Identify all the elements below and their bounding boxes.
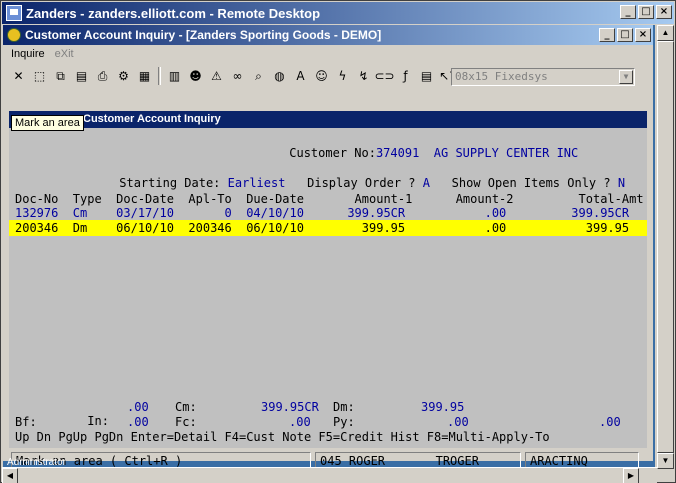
macro-icon[interactable]: ↯	[354, 67, 373, 86]
scroll-down-icon[interactable]: ▼	[657, 453, 674, 469]
app-minimize-button[interactable]: _	[599, 28, 615, 42]
extra-value: .00	[599, 415, 621, 429]
starting-date[interactable]: Earliest	[228, 176, 286, 190]
terminal-screen[interactable]: Customer No:374091 AG SUPPLY CENTER INC …	[9, 128, 647, 448]
horizontal-scrollbar[interactable]: ◀ ▶	[2, 467, 657, 483]
calculator-icon[interactable]: ▤	[417, 67, 436, 86]
remote-desktop-area: Customer Account Inquiry - [Zanders Spor…	[3, 25, 655, 470]
py-value: .00	[447, 415, 469, 429]
paste-icon[interactable]: ▤	[72, 67, 91, 86]
alert-icon[interactable]: ⚠	[207, 67, 226, 86]
person-icon[interactable]: ☺	[312, 67, 331, 86]
menu-inquire[interactable]: Inquire	[11, 48, 45, 60]
notes-icon[interactable]: ▥	[165, 67, 184, 86]
cm-label: Cm:	[175, 400, 197, 414]
customer-label: Customer No:	[289, 146, 376, 160]
users-icon[interactable]: ☻	[186, 67, 205, 86]
screen-header: Customer Account Inquiry	[9, 111, 647, 128]
app-close-button[interactable]: ×	[635, 28, 651, 42]
link-icon[interactable]: ⊂⊃	[374, 67, 394, 86]
lightning-icon[interactable]: ϟ	[333, 67, 352, 86]
remote-desktop-window: Zanders - zanders.elliott.com - Remote D…	[0, 0, 676, 483]
search-icon[interactable]: ⌕	[249, 67, 268, 86]
bf-label: Bf:	[15, 415, 37, 429]
function-keys: Up Dn PgUp PgDn Enter=Detail F4=Cust Not…	[15, 430, 550, 444]
display-order[interactable]: A	[423, 176, 430, 190]
remote-desktop-title: Zanders - zanders.elliott.com - Remote D…	[26, 5, 321, 21]
py-label: Py:	[333, 415, 355, 429]
maximize-button[interactable]: □	[638, 5, 654, 19]
separator	[158, 67, 161, 85]
open-items[interactable]: N	[618, 176, 625, 190]
close-button[interactable]: ×	[656, 5, 672, 19]
mark-area-icon[interactable]: ⬚	[30, 67, 49, 86]
binoculars-icon[interactable]: ∞	[228, 67, 247, 86]
close-x-icon[interactable]: ✕	[9, 67, 28, 86]
table-header: Doc-No Type Doc-Date Apl-To Due-Date Amo…	[15, 192, 644, 206]
customer-name: AG SUPPLY CENTER INC	[433, 146, 579, 160]
app-window: Customer Account Inquiry - [Zanders Spor…	[3, 25, 653, 470]
cm-value: 399.95CR	[261, 400, 319, 414]
app-titlebar: Customer Account Inquiry - [Zanders Spor…	[3, 25, 653, 45]
menu-bar: Inquire eXit	[3, 45, 653, 63]
table-row[interactable]: 132976 Cm 03/17/10 0 04/10/10 399.95CR .…	[15, 206, 629, 220]
in-value: .00	[127, 400, 149, 414]
scroll-up-icon[interactable]: ▲	[657, 25, 674, 41]
scroll-left-icon[interactable]: ◀	[2, 468, 18, 483]
remote-desktop-titlebar: Zanders - zanders.elliott.com - Remote D…	[2, 2, 674, 24]
font-icon[interactable]: A	[291, 67, 310, 86]
settings-icon[interactable]: ⚙	[114, 67, 133, 86]
chevron-down-icon[interactable]: ▼	[619, 70, 633, 84]
bf-value: .00	[127, 415, 149, 429]
app-title: Customer Account Inquiry - [Zanders Spor…	[25, 28, 382, 42]
print-icon[interactable]: ⎙	[93, 67, 112, 86]
starting-date-label: Starting Date:	[119, 176, 221, 190]
font-select[interactable]: 08x15 Fixedsys ▼	[451, 68, 635, 86]
app-icon	[7, 28, 21, 42]
properties-icon[interactable]: ▦	[135, 67, 154, 86]
dm-value: 399.95	[421, 400, 465, 414]
minimize-button[interactable]: _	[620, 5, 636, 19]
fc-label: Fc:	[175, 415, 197, 429]
copy-icon[interactable]: ⧉	[51, 67, 70, 86]
scroll-thumb[interactable]	[657, 41, 674, 453]
in-label: In:	[87, 414, 109, 428]
customer-number: 374091	[375, 146, 420, 160]
remote-desktop-icon	[6, 5, 22, 21]
menu-exit[interactable]: eXit	[55, 48, 74, 60]
vertical-scrollbar[interactable]: ▲ ▼	[656, 25, 674, 469]
font-select-value: 08x15 Fixedsys	[455, 70, 548, 83]
function-icon[interactable]: ƒ	[396, 67, 415, 86]
table-row-selected[interactable]: 200346 Dm 06/10/10 200346 06/10/10 399.9…	[15, 221, 629, 235]
scroll-right-icon[interactable]: ▶	[623, 468, 639, 483]
open-items-label: Show Open Items Only ?	[451, 176, 611, 190]
fc-value: .00	[289, 415, 311, 429]
app-maximize-button[interactable]: □	[617, 28, 633, 42]
display-order-label: Display Order ?	[307, 176, 416, 190]
tooltip: Mark an area	[11, 115, 84, 131]
globe-icon[interactable]: ◍	[270, 67, 289, 86]
dm-label: Dm:	[333, 400, 355, 414]
